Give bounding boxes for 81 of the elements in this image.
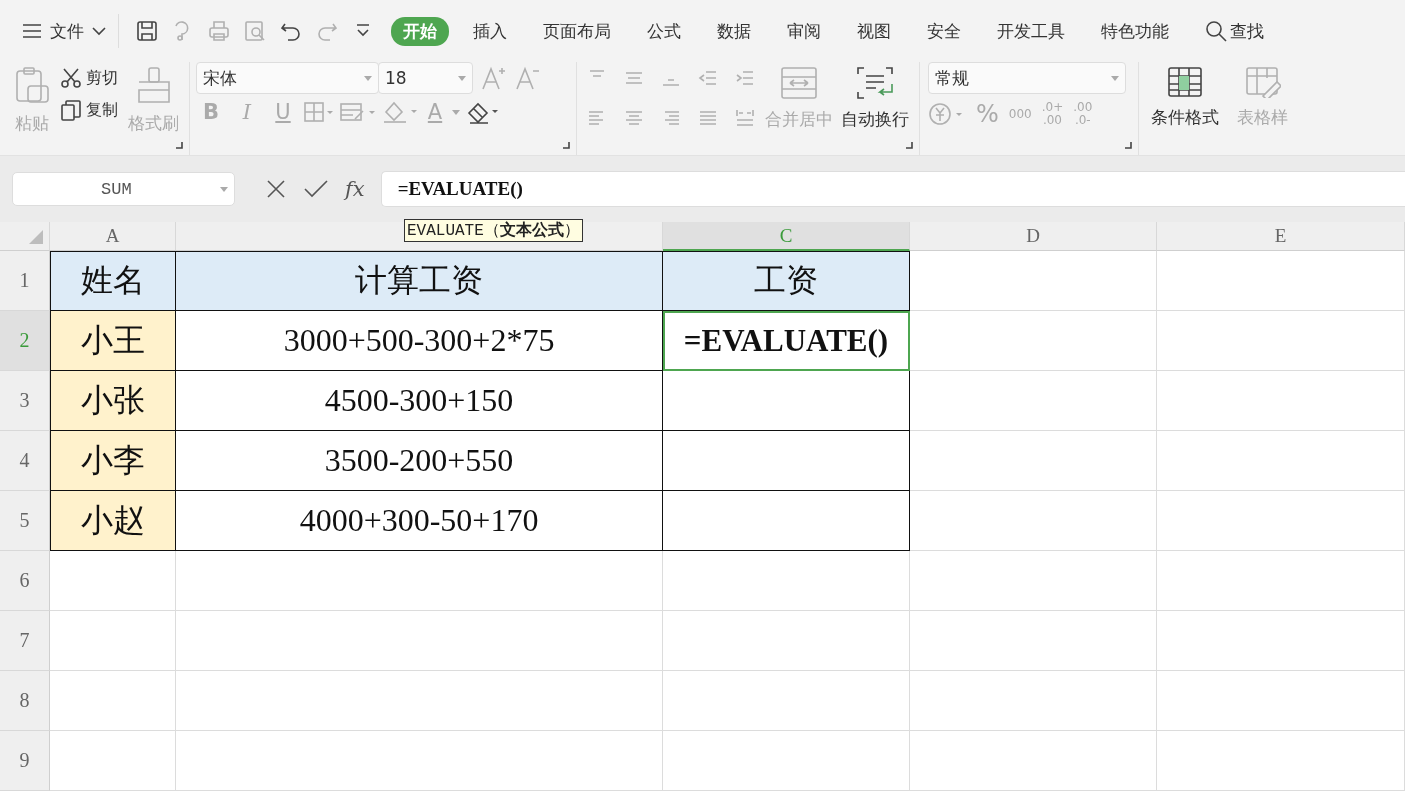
search-button[interactable]: 查找: [1193, 16, 1276, 46]
name-box[interactable]: SUM: [12, 172, 235, 206]
column-header[interactable]: E: [1157, 222, 1405, 251]
menu-icon: [22, 23, 42, 39]
scissors-icon: [60, 67, 82, 89]
ribbon-tab[interactable]: 页面布局: [531, 16, 623, 46]
row-header[interactable]: 5: [0, 491, 50, 551]
number-format-select[interactable]: 常规: [928, 62, 1126, 94]
cell-editor[interactable]: =EVALUATE(): [663, 311, 910, 371]
row-header[interactable]: 9: [0, 731, 50, 791]
ribbon-tab[interactable]: 公式: [635, 16, 693, 46]
cut-button[interactable]: 剪切: [60, 67, 118, 89]
table-cell[interactable]: 3500-200+550: [176, 431, 663, 491]
increase-font-icon[interactable]: [481, 65, 507, 91]
table-cell[interactable]: [663, 491, 910, 551]
function-tooltip: EVALUATE（文本公式）: [404, 219, 583, 242]
decrease-font-icon[interactable]: [515, 65, 541, 91]
ribbon-tab[interactable]: 审阅: [775, 16, 833, 46]
font-name-select[interactable]: 宋体: [196, 62, 379, 94]
ribbon-tab[interactable]: 安全: [915, 16, 973, 46]
row-header[interactable]: 3: [0, 371, 50, 431]
table-cell[interactable]: 3000+500-300+2*75: [176, 311, 663, 371]
expand-corner-icon[interactable]: [563, 142, 570, 149]
ribbon-tab[interactable]: 视图: [845, 16, 903, 46]
table-cell[interactable]: 小赵: [50, 491, 176, 551]
eraser-icon[interactable]: [466, 100, 500, 124]
ribbon-tab[interactable]: 插入: [461, 16, 519, 46]
copy-icon: [60, 99, 82, 121]
column-header[interactable]: A: [50, 222, 176, 251]
distributed-icon[interactable]: [735, 108, 757, 128]
file-menu[interactable]: 文件: [22, 19, 106, 43]
table-cell[interactable]: 小张: [50, 371, 176, 431]
print-icon[interactable]: [208, 20, 230, 42]
table-cell[interactable]: 工资: [663, 251, 910, 311]
expand-corner-icon[interactable]: [1125, 142, 1132, 149]
caret-icon: [364, 75, 372, 81]
fill-bucket-icon[interactable]: [382, 100, 418, 124]
ribbon-tab[interactable]: 开发工具: [985, 16, 1077, 46]
table-cell[interactable]: 姓名: [50, 251, 176, 311]
font-size-select[interactable]: 18: [378, 62, 473, 94]
column-header[interactable]: D: [910, 222, 1157, 251]
cell-style-icon[interactable]: [340, 101, 376, 123]
expand-corner-icon[interactable]: [906, 142, 913, 149]
expand-corner-icon[interactable]: [176, 142, 183, 149]
caret-icon: [220, 186, 228, 192]
row-header[interactable]: 1: [0, 251, 50, 311]
table-cell[interactable]: [663, 431, 910, 491]
merge-cells-icon: [780, 66, 818, 100]
row-header[interactable]: 8: [0, 671, 50, 731]
conditional-format-button[interactable]: 条件格式: [1151, 62, 1219, 129]
conditional-format-icon: [1167, 66, 1203, 98]
save-icon[interactable]: [136, 20, 158, 42]
table-cell[interactable]: [663, 371, 910, 431]
borders-icon[interactable]: [304, 101, 334, 123]
search-icon: [1205, 20, 1227, 42]
wrap-text-icon: [856, 66, 894, 100]
row-header[interactable]: 7: [0, 611, 50, 671]
table-style-icon: [1244, 66, 1281, 98]
wrap-text-button[interactable]: 自动换行: [841, 62, 909, 131]
caret-icon: [458, 75, 466, 81]
select-all-icon[interactable]: [29, 230, 43, 244]
ribbon-tab[interactable]: 数据: [705, 16, 763, 46]
copy-button[interactable]: 复制: [60, 99, 118, 121]
cancel-icon[interactable]: [265, 178, 287, 200]
insert-function-button[interactable]: fx: [345, 177, 365, 201]
table-cell[interactable]: 4000+300-50+170: [176, 491, 663, 551]
caret-icon[interactable]: [452, 109, 460, 115]
confirm-icon[interactable]: [303, 178, 329, 200]
ribbon-tab[interactable]: 特色功能: [1089, 16, 1181, 46]
chevron-icon: [92, 26, 106, 36]
row-header[interactable]: 4: [0, 431, 50, 491]
table-cell[interactable]: 4500-300+150: [176, 371, 663, 431]
formula-input[interactable]: =EVALUATE(): [380, 171, 1405, 207]
clipboard-icon: [14, 66, 50, 104]
table-cell[interactable]: 小王: [50, 311, 176, 371]
print-preview-icon[interactable]: [244, 20, 266, 42]
caret-icon: [1111, 75, 1119, 81]
table-cell[interactable]: 计算工资: [176, 251, 663, 311]
row-header[interactable]: 6: [0, 551, 50, 611]
table-cell[interactable]: 小李: [50, 431, 176, 491]
paint-brush-icon: [135, 66, 172, 104]
